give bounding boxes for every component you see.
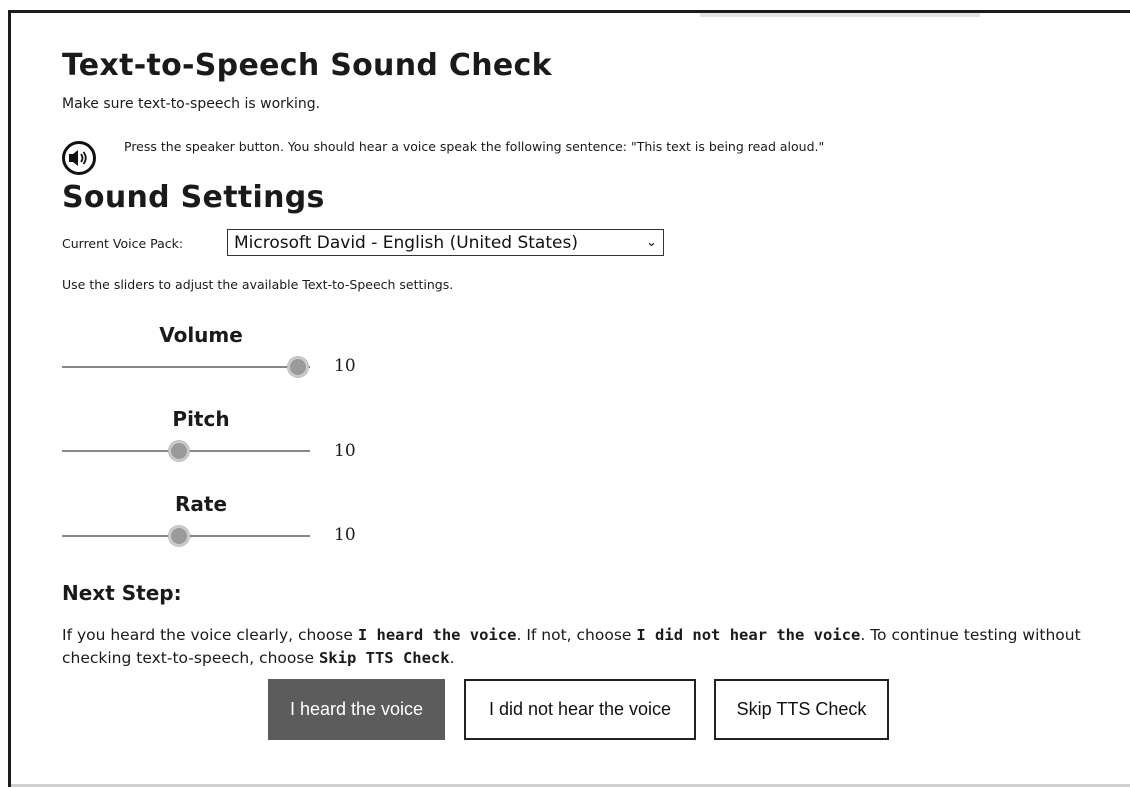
volume-slider[interactable] [62,357,310,377]
pitch-value: 10 [334,441,356,461]
page-subtitle: Make sure text-to-speech is working. [62,96,321,112]
next-step-instructions: If you heard the voice clearly, choose I… [62,624,1082,670]
next-text-bold: Skip TTS Check [318,649,450,667]
sliders-hint: Use the sliders to adjust the available … [62,277,454,292]
chevron-down-icon: ⌄ [646,235,657,250]
next-text-part: . [449,649,455,667]
speaker-icon [69,150,87,166]
volume-label: Volume [159,323,243,347]
heard-voice-button[interactable]: I heard the voice [268,679,445,740]
next-text-part: . If not, choose [516,626,637,644]
pitch-slider-thumb[interactable] [168,441,189,461]
next-text-bold: I heard the voice [357,626,517,644]
volume-slider-thumb[interactable] [287,357,308,377]
next-step-heading: Next Step: [62,581,182,605]
pitch-label: Pitch [172,407,230,431]
speaker-button[interactable] [62,141,96,175]
voice-pack-label: Current Voice Pack: [62,236,184,251]
speaker-instruction: Press the speaker button. You should hea… [124,139,825,154]
rate-slider-thumb[interactable] [168,526,189,546]
rate-value: 10 [334,525,356,545]
did-not-hear-voice-button[interactable]: I did not hear the voice [464,679,696,740]
voice-pack-select[interactable]: Microsoft David - English (United States… [227,229,664,256]
volume-value: 10 [334,356,356,376]
next-text-bold: I did not hear the voice [636,626,861,644]
skip-tts-check-button[interactable]: Skip TTS Check [714,679,889,740]
rate-label: Rate [174,492,228,516]
page-title: Text-to-Speech Sound Check [62,48,552,83]
next-text-part: If you heard the voice clearly, choose [62,626,358,644]
top-edge-highlight [700,13,980,17]
pitch-slider[interactable] [62,441,310,461]
rate-slider[interactable] [62,526,310,546]
voice-pack-value: Microsoft David - English (United States… [234,232,578,253]
window-frame [8,10,1130,787]
sound-settings-title: Sound Settings [62,180,325,215]
